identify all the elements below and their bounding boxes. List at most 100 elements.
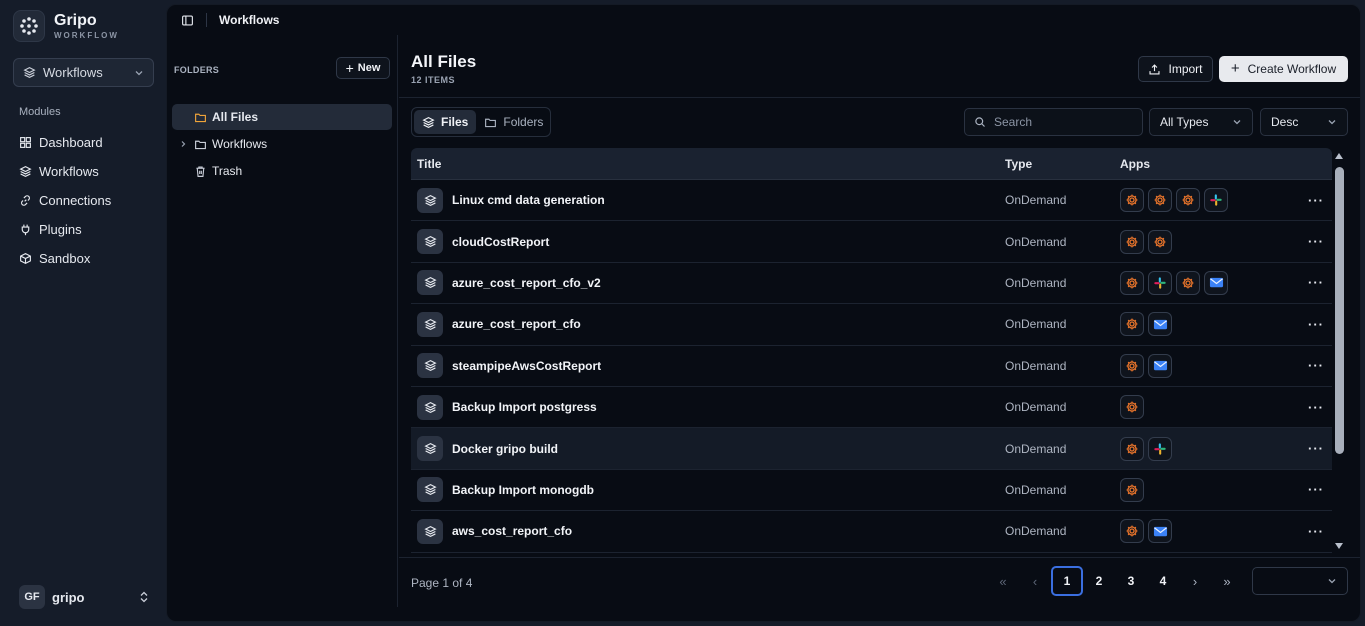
brand-subtitle: WORKFLOW (54, 31, 119, 40)
more-options-icon[interactable]: ··· (1300, 482, 1332, 497)
last-page-button[interactable]: » (1211, 566, 1243, 596)
item-count: 12 ITEMS (411, 75, 456, 85)
table-row[interactable]: steampipeAwsCostReport OnDemand ··· (411, 346, 1332, 387)
row-title[interactable]: Docker gripo build (452, 442, 558, 456)
table-row[interactable]: Linux cmd data generation OnDemand ··· (411, 180, 1332, 222)
table-row[interactable]: Backup Import postgress OnDemand ··· (411, 387, 1332, 429)
folder-label: Workflows (212, 137, 268, 151)
next-page-button[interactable]: › (1179, 566, 1211, 596)
page-button-4[interactable]: 4 (1147, 566, 1179, 596)
page-size-select[interactable] (1252, 567, 1348, 595)
folder-item-trash[interactable]: Trash (172, 158, 392, 184)
create-workflow-button[interactable]: + Create Workflow (1219, 56, 1348, 82)
first-page-button[interactable]: « (987, 566, 1019, 596)
workflow-icon (417, 270, 443, 296)
scrollbar-thumb[interactable] (1335, 167, 1344, 454)
cell-title: Backup Import monogdb (411, 477, 1005, 503)
pagination-footer: Page 1 of 4 « ‹ 1 2 3 4 › » (399, 557, 1360, 607)
avatar: GF (19, 585, 45, 609)
content-header: All Files 12 ITEMS Import + Create Workf… (399, 35, 1360, 98)
more-options-icon[interactable]: ··· (1300, 234, 1332, 249)
table-row[interactable]: azure_cost_report_cfo OnDemand ··· (411, 304, 1332, 346)
row-type: OnDemand (1005, 358, 1067, 373)
cell-title: Docker gripo build (411, 436, 1005, 462)
table-row[interactable]: Docker gripo build OnDemand ··· (411, 428, 1332, 470)
more-options-icon[interactable]: ··· (1300, 524, 1332, 539)
import-label: Import (1168, 62, 1203, 76)
link-icon (21, 195, 30, 206)
row-apps (1120, 188, 1300, 213)
folders-pane: FOLDERS + New All Files Workflows Trash (167, 35, 398, 607)
folder-item-all-files[interactable]: All Files (172, 104, 392, 130)
more-options-icon[interactable]: ··· (1300, 400, 1332, 415)
gear-app-icon (1120, 519, 1144, 544)
table-row[interactable]: Backup Import monogdb OnDemand ··· (411, 470, 1332, 512)
more-options-icon[interactable]: ··· (1300, 441, 1332, 456)
more-options-icon[interactable]: ··· (1300, 358, 1332, 373)
import-button[interactable]: Import (1138, 56, 1213, 82)
new-folder-button[interactable]: + New (336, 57, 390, 79)
page-title: All Files (411, 52, 477, 71)
row-title[interactable]: aws_cost_report_cfo (452, 524, 572, 538)
user-menu[interactable]: GF gripo (19, 585, 149, 609)
tab-files[interactable]: Files (414, 110, 477, 134)
nav-item-sandbox[interactable]: Sandbox (19, 244, 111, 273)
workflow-icon (417, 311, 443, 337)
nav-list: Dashboard Workflows Connections Plugins … (19, 128, 111, 273)
row-title[interactable]: Linux cmd data generation (452, 193, 605, 207)
more-options-icon[interactable]: ··· (1300, 275, 1332, 290)
row-type: OnDemand (1005, 400, 1067, 415)
row-apps (1120, 436, 1300, 461)
nav-item-plugins[interactable]: Plugins (19, 215, 111, 244)
nav-item-workflows[interactable]: Workflows (19, 157, 111, 186)
column-header-apps[interactable]: Apps (1120, 157, 1300, 171)
topbar-divider (206, 13, 207, 27)
brand[interactable]: Gripo WORKFLOW (13, 10, 119, 42)
row-apps (1120, 353, 1300, 378)
page-button-2[interactable]: 2 (1083, 566, 1115, 596)
gear-app-icon (1120, 395, 1144, 420)
cell-title: Backup Import postgress (411, 394, 1005, 420)
page-button-1[interactable]: 1 (1051, 566, 1083, 596)
scroll-up-arrow-icon[interactable] (1335, 153, 1343, 159)
column-header-title[interactable]: Title (411, 157, 1005, 171)
type-filter-select[interactable]: All Types (1149, 108, 1253, 136)
nav-item-connections[interactable]: Connections (19, 186, 111, 215)
row-type: OnDemand (1005, 234, 1067, 249)
table-row[interactable]: azure_cost_report_cfo_v2 OnDemand ··· (411, 263, 1332, 305)
nav-item-dashboard[interactable]: Dashboard (19, 128, 111, 157)
row-title[interactable]: steampipeAwsCostReport (452, 359, 601, 373)
table-scrollbar[interactable] (1333, 148, 1345, 553)
row-title[interactable]: Backup Import monogdb (452, 483, 594, 497)
gear-app-icon (1176, 270, 1200, 295)
folder-item-workflows[interactable]: Workflows (172, 131, 392, 157)
table-row[interactable]: aws_cost_report_cfo OnDemand ··· (411, 511, 1332, 553)
row-title[interactable]: azure_cost_report_cfo_v2 (452, 276, 601, 290)
modules-heading: Modules (19, 106, 61, 118)
column-header-type[interactable]: Type (1005, 157, 1120, 171)
sort-select[interactable]: Desc (1260, 108, 1348, 136)
folder-icon (485, 118, 497, 127)
workflow-icon (417, 477, 443, 503)
table-row[interactable]: cloudCostReport OnDemand ··· (411, 221, 1332, 263)
row-title[interactable]: Backup Import postgress (452, 400, 597, 414)
page-button-3[interactable]: 3 (1115, 566, 1147, 596)
row-title[interactable]: azure_cost_report_cfo (452, 317, 581, 331)
tab-folders[interactable]: Folders (476, 110, 551, 134)
cell-title: azure_cost_report_cfo (411, 311, 1005, 337)
scroll-down-arrow-icon[interactable] (1335, 543, 1343, 549)
module-select[interactable]: Workflows (13, 58, 154, 87)
workflow-icon (417, 229, 443, 255)
more-options-icon[interactable]: ··· (1300, 317, 1332, 332)
upload-icon (1149, 63, 1161, 75)
row-title[interactable]: cloudCostReport (452, 235, 549, 249)
chevron-right-icon[interactable] (172, 140, 194, 148)
previous-page-button[interactable]: ‹ (1019, 566, 1051, 596)
sidebar-toggle-icon[interactable] (181, 14, 194, 27)
plus-icon: + (1230, 60, 1240, 77)
more-options-icon[interactable]: ··· (1300, 193, 1332, 208)
search-input[interactable]: Search (964, 108, 1143, 136)
tab-label: Folders (503, 115, 544, 129)
workflows-table: Title Type Apps Linux cmd data generatio… (411, 148, 1332, 553)
chevron-down-icon (135, 70, 143, 75)
